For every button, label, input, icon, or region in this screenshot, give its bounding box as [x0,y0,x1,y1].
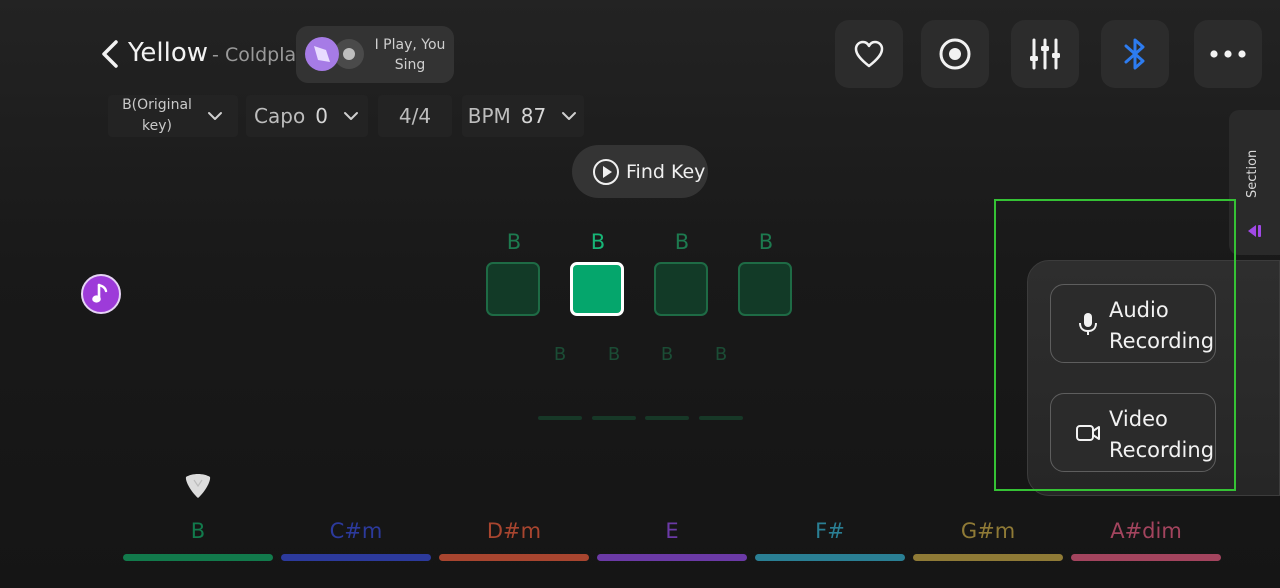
key-selector[interactable]: B(Original key) [108,95,238,137]
chord-option-label[interactable]: E [597,519,747,543]
chevron-down-icon [562,112,577,120]
favorite-button[interactable] [835,20,903,88]
key-label: B(Original [122,97,192,113]
guitar-pick-icon [185,474,211,498]
next-chord-label: B [714,344,728,365]
beat-cell-active[interactable] [570,262,624,316]
next-chord-label: B [660,344,674,365]
play-circle-icon [593,158,619,185]
chord-option-label[interactable]: F# [755,519,905,543]
more-icon [1210,50,1246,58]
chevron-down-icon [343,112,358,120]
section-tab[interactable]: Section [1229,110,1280,255]
capo-label: Capo [254,104,306,128]
chord-color-bar [1071,554,1221,561]
back-arrow-icon[interactable] [96,38,126,70]
beat-chord-label: B [506,230,522,254]
bluetooth-button[interactable] [1101,20,1169,88]
play-sing-label: I Play, You Sing [374,37,446,73]
chord-option-label[interactable]: C#m [281,519,431,543]
next-chord-label: B [553,344,567,365]
chord-option-label[interactable]: A#dim [1071,519,1221,543]
chord-color-bar [439,554,589,561]
chord-color-bar [755,554,905,561]
time-signature[interactable]: 4/4 [378,95,452,137]
more-button[interactable] [1194,20,1262,88]
record-icon [939,38,971,70]
beat-cell[interactable] [486,262,540,316]
find-key-label: Find Key [626,160,706,183]
capo-selector[interactable]: Capo 0 [246,95,368,137]
heart-icon [854,40,884,68]
bpm-value: 87 [520,104,547,128]
beat-chord-label: B [674,230,690,254]
beat-chord-label: B [758,230,774,254]
next-chord-label: B [607,344,621,365]
music-note-icon [92,283,108,303]
beat-dash [699,416,743,420]
recording-menu-highlight [994,199,1236,491]
time-signature-value: 4/4 [398,104,432,128]
mixer-button[interactable] [1011,20,1079,88]
beat-dash [538,416,582,420]
chord-color-bar [597,554,747,561]
beat-cell[interactable] [738,262,792,316]
chord-option-label[interactable]: D#m [439,519,589,543]
artist-name: - Coldplay [212,44,308,66]
beat-dash [645,416,689,420]
chevron-down-icon [207,112,222,120]
chord-option-label[interactable]: G#m [913,519,1063,543]
chord-option-label[interactable]: B [123,519,273,543]
record-button[interactable] [921,20,989,88]
collapse-left-icon [1248,225,1261,237]
music-note-button[interactable] [81,274,121,314]
mixer-icon [1030,38,1060,70]
bpm-selector[interactable]: BPM 87 [462,95,584,137]
beat-dash [592,416,636,420]
beat-chord-label: B [590,230,606,254]
beat-cell[interactable] [654,262,708,316]
play-sing-artwork-icon [305,37,364,71]
capo-value: 0 [315,104,328,128]
find-key-button[interactable]: Find Key [572,145,708,198]
bpm-label: BPM [467,104,511,128]
song-name: Yellow [128,38,209,68]
chord-color-bar [913,554,1063,561]
chord-color-bar [123,554,273,561]
bluetooth-icon [1124,38,1145,70]
section-tab-label: Section [1245,149,1260,198]
song-title: Yellow - Coldplay [128,38,307,68]
play-sing-button[interactable]: I Play, You Sing [296,26,454,83]
chord-color-bar [281,554,431,561]
